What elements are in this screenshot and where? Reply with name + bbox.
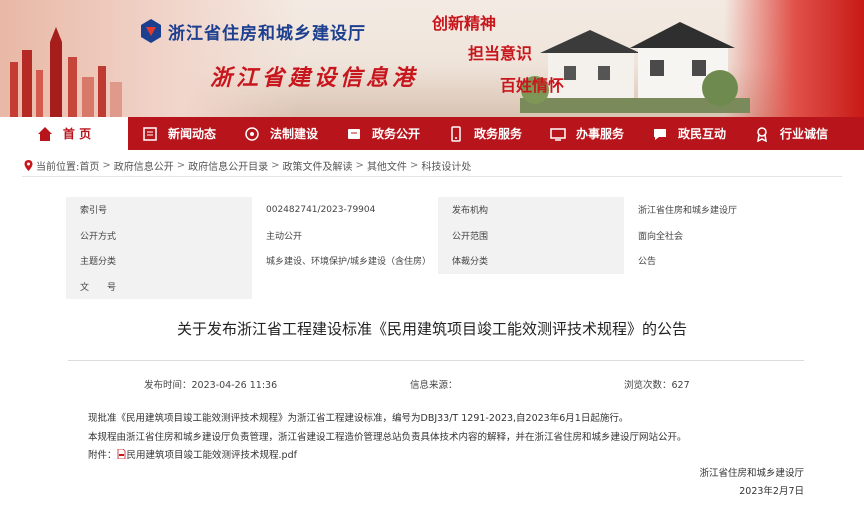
nav-handle[interactable]: 办事服务	[536, 117, 638, 150]
news-icon	[143, 126, 157, 141]
publish-time: 发布时间：2023-04-26 11:36	[144, 377, 277, 391]
breadcrumb-item[interactable]: 科技设计处	[421, 158, 471, 173]
nav-law[interactable]: 法制建设	[230, 117, 332, 150]
slogan-2: 担当意识	[468, 44, 533, 63]
nav-law-label: 法制建设	[269, 127, 318, 141]
site-banner: 浙江省住房和城乡建设厅 浙江省建设信息港 创新精神 担当意识 百姓情怀	[0, 0, 864, 117]
home-icon	[37, 126, 52, 141]
publish-time-label: 发布时间：	[144, 380, 192, 391]
signature-org: 浙江省住房和城乡建设厅	[699, 468, 804, 479]
body-paragraph-2: 本规程由浙江省住房和城乡建设厅负责管理，浙江省建设工程造价管理总站负责具体技术内…	[88, 432, 687, 443]
breadcrumb: 当前位置: 首页 > 政府信息公开 > 政府信息公开目录 > 政策文件及解读 >…	[24, 158, 471, 173]
meta-scope-label: 公开范围	[438, 222, 624, 248]
view-count-value: 627	[671, 380, 690, 391]
meta-index-label: 索引号	[66, 197, 252, 223]
meta-genre-label: 体裁分类	[438, 248, 624, 274]
meta-publisher-label: 发布机构	[438, 197, 624, 223]
location-pin-icon	[24, 160, 33, 171]
nav-interaction-label: 政民互动	[677, 127, 726, 141]
meta-row: 文 号	[66, 273, 804, 300]
meta-empty-cell	[438, 274, 624, 300]
credit-icon	[757, 126, 767, 142]
disclosure-icon	[347, 128, 360, 139]
breadcrumb-item[interactable]: 政府信息公开目录	[188, 158, 268, 173]
meta-index-value: 002482741/2023-79904	[266, 204, 376, 215]
meta-publisher-value: 浙江省住房和城乡建设厅	[638, 206, 738, 217]
department-emblem-icon	[141, 19, 161, 43]
signature-date: 2023年2月7日	[739, 486, 804, 497]
attachment-label: 附件：	[88, 450, 117, 461]
nav-home-label: 首 页	[62, 127, 92, 141]
view-count-label: 浏览次数：	[624, 380, 672, 391]
breadcrumb-separator: >	[102, 160, 111, 171]
pdf-file-icon	[117, 449, 125, 459]
title-divider	[68, 360, 804, 361]
view-count: 浏览次数：627	[624, 377, 690, 391]
service-icon	[451, 125, 461, 142]
meta-docno-label: 文 号	[66, 273, 252, 299]
breadcrumb-divider	[22, 176, 842, 177]
breadcrumb-separator: >	[355, 160, 364, 171]
meta-docno-value	[252, 274, 438, 300]
breadcrumb-item[interactable]: 政策文件及解读	[283, 158, 353, 173]
attachment-link[interactable]: 民用建筑项目竣工能效测评技术规程.pdf	[127, 450, 297, 461]
meta-mode-value: 主动公开	[266, 231, 303, 242]
interaction-icon	[653, 128, 666, 140]
meta-mode-label: 公开方式	[66, 222, 252, 248]
info-source-label: 信息来源：	[410, 380, 458, 391]
slogan-3: 百姓情怀	[500, 76, 565, 95]
breadcrumb-item[interactable]: 其他文件	[367, 158, 407, 173]
document-title: 关于发布浙江省工程建设标准《民用建筑项目竣工能效测评技术规程》的公告	[176, 320, 687, 338]
meta-scope-value: 面向全社会	[638, 231, 684, 242]
meta-topic-label: 主题分类	[66, 248, 252, 274]
main-nav: 首 页 新闻动态 法制建设 政务公开 政务服务 办事服务 政民互动 行业诚信	[0, 117, 864, 150]
slogan-1: 创新精神	[432, 14, 497, 33]
meta-row: 主题分类 城乡建设、环境保护/城乡建设（含住房） 体裁分类 公告	[66, 248, 804, 274]
nav-handle-label: 办事服务	[575, 127, 624, 141]
breadcrumb-prefix: 当前位置:	[36, 162, 80, 173]
attachment-line: 附件： 民用建筑项目竣工能效测评技术规程.pdf	[88, 447, 297, 461]
nav-credit-label: 行业诚信	[779, 127, 828, 141]
breadcrumb-separator: >	[409, 160, 419, 171]
handle-icon	[550, 127, 566, 141]
site-logo[interactable]: 浙江省住房和城乡建设厅	[140, 18, 366, 44]
document-meta-table: 索引号 002482741/2023-79904 发布机构 浙江省住房和城乡建设…	[66, 197, 804, 299]
site-name: 浙江省住房和城乡建设厅	[168, 23, 366, 44]
breadcrumb-item[interactable]: 首页	[79, 158, 99, 173]
nav-news[interactable]: 新闻动态	[128, 117, 230, 150]
nav-interaction[interactable]: 政民互动	[638, 117, 740, 150]
info-source: 信息来源：	[410, 377, 458, 391]
meta-empty-cell	[624, 274, 804, 300]
meta-row: 索引号 002482741/2023-79904 发布机构 浙江省住房和城乡建设…	[66, 197, 804, 223]
publish-time-value: 2023-04-26 11:36	[191, 380, 278, 391]
breadcrumb-separator: >	[176, 160, 186, 171]
nav-service[interactable]: 政务服务	[434, 117, 536, 150]
meta-row: 公开方式 主动公开 公开范围 面向全社会	[66, 222, 804, 248]
law-icon	[245, 126, 259, 141]
nav-disclosure-label: 政务公开	[371, 127, 420, 141]
traditional-house-illustration	[520, 22, 750, 113]
site-subtitle: 浙江省建设信息港	[210, 65, 419, 91]
breadcrumb-separator: >	[271, 160, 280, 171]
nav-home[interactable]: 首 页	[0, 117, 128, 150]
city-skyline-illustration	[10, 27, 122, 117]
nav-news-label: 新闻动态	[167, 127, 216, 141]
body-paragraph-1: 现批准《民用建筑项目竣工能效测评技术规程》为浙江省工程建设标准，编号为DBJ33…	[88, 413, 629, 424]
meta-genre-value: 公告	[638, 257, 657, 268]
breadcrumb-item[interactable]: 政府信息公开	[114, 158, 174, 173]
nav-service-label: 政务服务	[473, 127, 522, 141]
meta-topic-value: 城乡建设、环境保护/城乡建设（含住房）	[266, 257, 432, 268]
nav-disclosure[interactable]: 政务公开	[332, 117, 434, 150]
nav-credit[interactable]: 行业诚信	[740, 117, 842, 150]
